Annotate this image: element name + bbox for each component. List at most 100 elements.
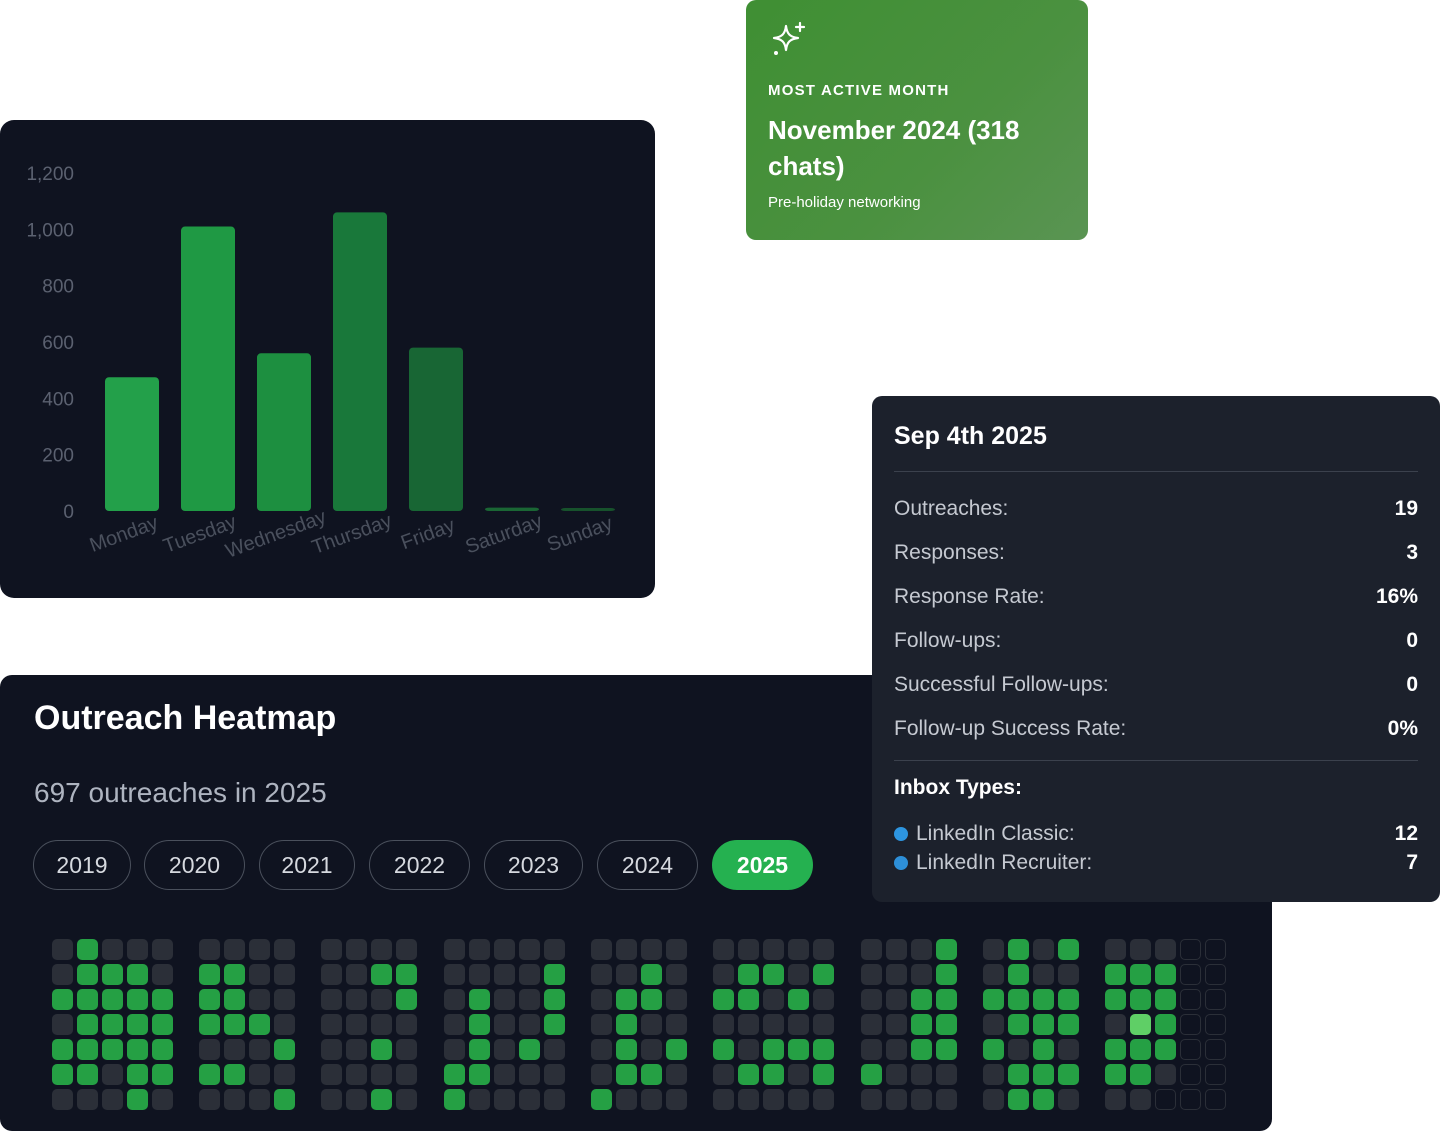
heatmap-cell[interactable] xyxy=(199,939,220,960)
heatmap-cell[interactable] xyxy=(813,1064,834,1085)
heatmap-cell[interactable] xyxy=(494,1064,515,1085)
heatmap-cell[interactable] xyxy=(444,964,465,985)
heatmap-cell[interactable] xyxy=(274,1014,295,1035)
heatmap-cell[interactable] xyxy=(152,989,173,1010)
heatmap-cell[interactable] xyxy=(813,1089,834,1110)
heatmap-cell[interactable] xyxy=(713,964,734,985)
heatmap-cell[interactable] xyxy=(77,1089,98,1110)
heatmap-cell[interactable] xyxy=(813,1014,834,1035)
heatmap-cell[interactable] xyxy=(1155,964,1176,985)
heatmap-cell[interactable] xyxy=(224,989,245,1010)
heatmap-cell[interactable] xyxy=(1105,1089,1126,1110)
heatmap-cell[interactable] xyxy=(1130,989,1151,1010)
heatmap-cell[interactable] xyxy=(127,1039,148,1060)
heatmap-cell[interactable] xyxy=(274,1089,295,1110)
heatmap-cell[interactable] xyxy=(738,939,759,960)
heatmap-cell[interactable] xyxy=(1033,1014,1054,1035)
heatmap-cell[interactable] xyxy=(911,1039,932,1060)
heatmap-cell[interactable] xyxy=(616,1014,637,1035)
heatmap-cell[interactable] xyxy=(77,964,98,985)
heatmap-cell[interactable] xyxy=(494,989,515,1010)
heatmap-cell[interactable] xyxy=(199,1039,220,1060)
heatmap-cell[interactable] xyxy=(813,1039,834,1060)
heatmap-cell[interactable] xyxy=(371,1039,392,1060)
heatmap-cell[interactable] xyxy=(127,1089,148,1110)
heatmap-selected-cell[interactable] xyxy=(1130,1014,1151,1035)
heatmap-cell[interactable] xyxy=(1105,1039,1126,1060)
heatmap-cell[interactable] xyxy=(274,964,295,985)
heatmap-cell[interactable] xyxy=(346,939,367,960)
heatmap-cell[interactable] xyxy=(544,989,565,1010)
heatmap-cell[interactable] xyxy=(911,1089,932,1110)
heatmap-cell[interactable] xyxy=(444,939,465,960)
heatmap-cell[interactable] xyxy=(788,1014,809,1035)
heatmap-cell[interactable] xyxy=(77,1039,98,1060)
heatmap-cell[interactable] xyxy=(346,1064,367,1085)
heatmap-cell[interactable] xyxy=(813,964,834,985)
heatmap-cell[interactable] xyxy=(544,939,565,960)
heatmap-cell[interactable] xyxy=(52,989,73,1010)
heatmap-cell[interactable] xyxy=(249,1039,270,1060)
heatmap-cell[interactable] xyxy=(666,1064,687,1085)
heatmap-cell[interactable] xyxy=(77,939,98,960)
bar-thursday[interactable] xyxy=(333,212,387,511)
heatmap-cell[interactable] xyxy=(616,1039,637,1060)
heatmap-cell[interactable] xyxy=(788,1039,809,1060)
heatmap-cell[interactable] xyxy=(1105,964,1126,985)
heatmap-cell[interactable] xyxy=(469,939,490,960)
heatmap-cell[interactable] xyxy=(591,989,612,1010)
heatmap-cell[interactable] xyxy=(1033,1039,1054,1060)
heatmap-cell[interactable] xyxy=(249,1064,270,1085)
heatmap-cell[interactable] xyxy=(1130,1089,1151,1110)
heatmap-cell[interactable] xyxy=(396,1039,417,1060)
heatmap-cell[interactable] xyxy=(713,989,734,1010)
heatmap-cell[interactable] xyxy=(1008,1064,1029,1085)
heatmap-cell[interactable] xyxy=(494,1089,515,1110)
heatmap-cell[interactable] xyxy=(763,989,784,1010)
heatmap-cell[interactable] xyxy=(763,939,784,960)
heatmap-cell[interactable] xyxy=(911,1014,932,1035)
heatmap-cell[interactable] xyxy=(1008,964,1029,985)
heatmap-cell[interactable] xyxy=(1155,1064,1176,1085)
heatmap-cell[interactable] xyxy=(469,989,490,1010)
heatmap-cell[interactable] xyxy=(813,989,834,1010)
heatmap-cell[interactable] xyxy=(641,1039,662,1060)
heatmap-cell[interactable] xyxy=(936,939,957,960)
heatmap-cell[interactable] xyxy=(911,939,932,960)
heatmap-cell[interactable] xyxy=(641,989,662,1010)
heatmap-cell[interactable] xyxy=(861,1014,882,1035)
heatmap-cell[interactable] xyxy=(52,1064,73,1085)
heatmap-cell[interactable] xyxy=(199,964,220,985)
heatmap-cell[interactable] xyxy=(983,1039,1004,1060)
heatmap-cell[interactable] xyxy=(1033,1089,1054,1110)
heatmap-cell[interactable] xyxy=(1105,939,1126,960)
heatmap-cell[interactable] xyxy=(1058,1064,1079,1085)
heatmap-cell[interactable] xyxy=(199,1089,220,1110)
heatmap-cell[interactable] xyxy=(666,939,687,960)
heatmap-cell[interactable] xyxy=(936,1089,957,1110)
heatmap-cell[interactable] xyxy=(321,1064,342,1085)
heatmap-cell[interactable] xyxy=(1008,1039,1029,1060)
heatmap-cell[interactable] xyxy=(738,1014,759,1035)
year-pill-2025[interactable]: 2025 xyxy=(712,840,813,890)
heatmap-cell[interactable] xyxy=(886,1039,907,1060)
heatmap-cell[interactable] xyxy=(713,1089,734,1110)
heatmap-cell[interactable] xyxy=(544,1089,565,1110)
heatmap-cell[interactable] xyxy=(1008,939,1029,960)
heatmap-cell[interactable] xyxy=(983,1014,1004,1035)
heatmap-cell[interactable] xyxy=(469,1089,490,1110)
heatmap-cell[interactable] xyxy=(738,1064,759,1085)
heatmap-cell[interactable] xyxy=(713,1064,734,1085)
heatmap-cell[interactable] xyxy=(102,1039,123,1060)
heatmap-cell[interactable] xyxy=(1130,939,1151,960)
heatmap-cell[interactable] xyxy=(494,964,515,985)
bar-sunday[interactable] xyxy=(561,508,615,511)
heatmap-cell[interactable] xyxy=(52,964,73,985)
heatmap-cell[interactable] xyxy=(469,964,490,985)
heatmap-cell[interactable] xyxy=(371,1064,392,1085)
heatmap-cell[interactable] xyxy=(616,939,637,960)
heatmap-cell[interactable] xyxy=(494,1014,515,1035)
heatmap-cell[interactable] xyxy=(763,964,784,985)
heatmap-cell[interactable] xyxy=(591,1064,612,1085)
heatmap-cell[interactable] xyxy=(641,1014,662,1035)
